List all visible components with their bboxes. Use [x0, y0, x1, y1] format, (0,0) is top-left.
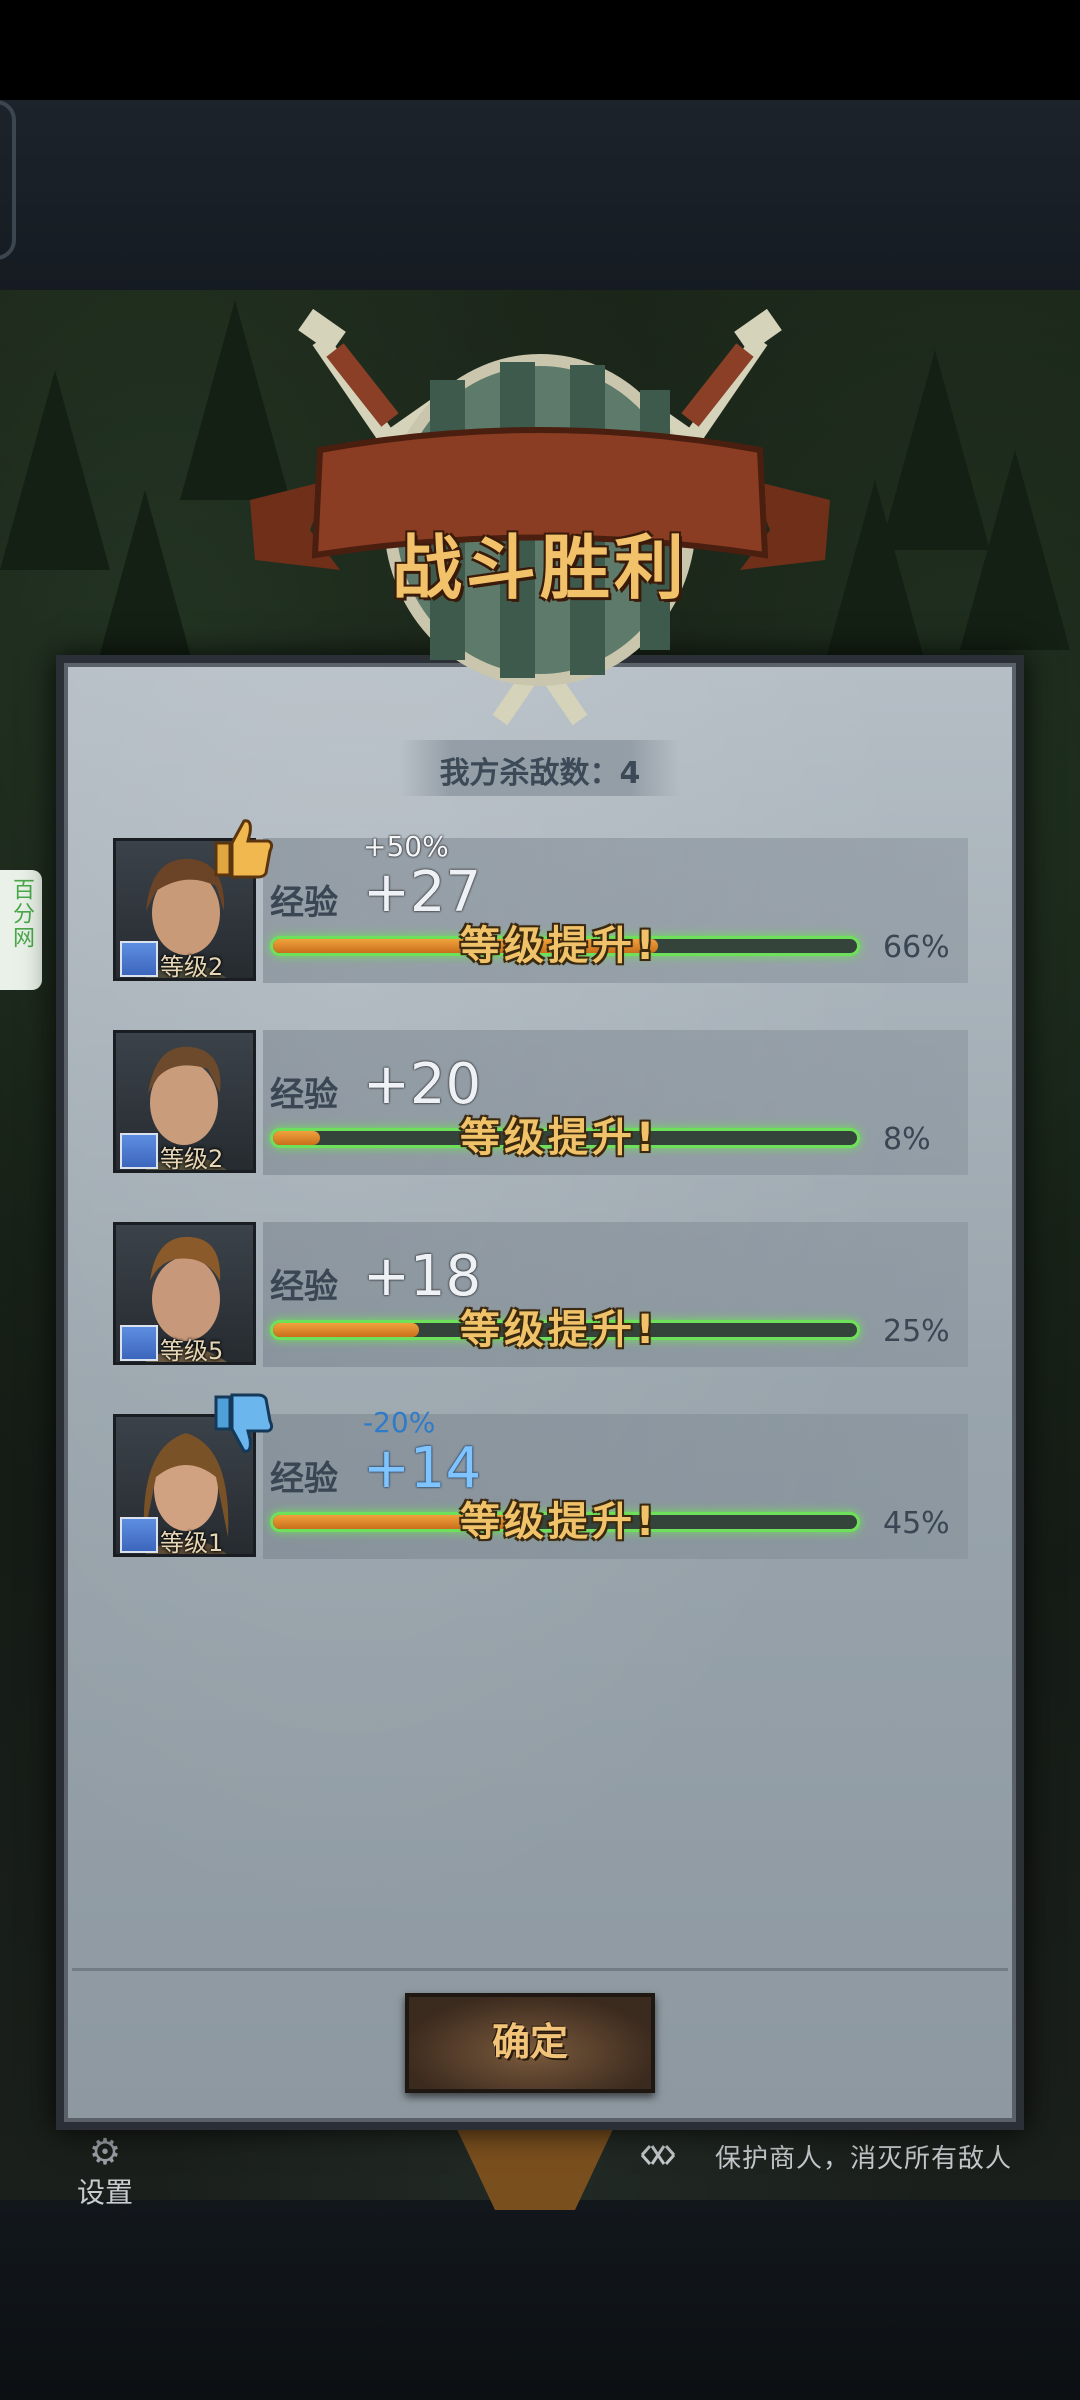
bonus-text: -20% [363, 1406, 436, 1439]
side-badge-text: 百分网 [9, 878, 34, 950]
sword-class-icon [120, 1517, 158, 1553]
level-up-text: 等级提升! [460, 923, 659, 969]
progress-percent: 25% [883, 1314, 950, 1349]
level-up-text: 等级提升! [460, 1499, 659, 1545]
divider [72, 1968, 1008, 1971]
thumbs-up-icon [214, 819, 274, 879]
top-bar-edge [0, 100, 16, 260]
level-up-text: 等级提升! [460, 1307, 659, 1353]
hero-row: 等级5 经验 +18 等级提升! 25% [113, 1222, 968, 1367]
gear-icon: ⚙ [88, 2132, 122, 2173]
sword-class-icon [120, 1325, 158, 1361]
hero-row: 等级2 经验 +20 等级提升! 8% [113, 1030, 968, 1175]
hero-portrait: 等级5 [113, 1222, 256, 1365]
bonus-text: +50% [363, 830, 449, 863]
kill-count: 我方杀敌数：4 [439, 756, 641, 791]
status-bar-area [0, 0, 1080, 100]
exp-progress-fill [273, 1131, 320, 1145]
tree [960, 450, 1070, 650]
level-label: 等级1 [160, 1529, 224, 1557]
settings-button[interactable]: ⚙ 设置 [60, 2132, 150, 2210]
progress-percent: 8% [883, 1122, 931, 1157]
level-label: 等级5 [160, 1337, 224, 1365]
thumbs-down-icon [214, 1393, 274, 1453]
progress-percent: 66% [883, 930, 950, 965]
exp-label: 经验 [270, 883, 338, 923]
exp-label: 经验 [270, 1075, 338, 1115]
bottom-area [0, 2200, 1080, 2400]
exp-label: 经验 [270, 1459, 338, 1499]
side-badge[interactable]: 百分网 [0, 870, 42, 990]
victory-title: 战斗胜利 [392, 527, 688, 609]
mission-text: 保护商人，消灭所有敌人 [715, 2144, 1013, 2174]
confirm-button[interactable]: 确定 [405, 1993, 655, 2093]
top-bar [0, 100, 1080, 290]
exp-label: 经验 [270, 1267, 338, 1307]
settings-label: 设置 [76, 2176, 133, 2209]
hero-row: 等级1 -20% 经验 +14 等级提升! 45% [113, 1393, 968, 1559]
hero-portrait: 等级2 [113, 1030, 256, 1173]
exp-progress-fill [273, 1323, 419, 1337]
level-label: 等级2 [160, 1145, 224, 1173]
sword-class-icon [120, 1133, 158, 1169]
sword-class-icon [120, 941, 158, 977]
level-up-text: 等级提升! [460, 1115, 659, 1161]
mission-icon [640, 2145, 676, 2165]
hero-row: 等级2 +50% 经验 +27 等级提升! 66% [113, 819, 968, 983]
progress-percent: 45% [883, 1506, 950, 1541]
level-label: 等级2 [160, 953, 224, 981]
